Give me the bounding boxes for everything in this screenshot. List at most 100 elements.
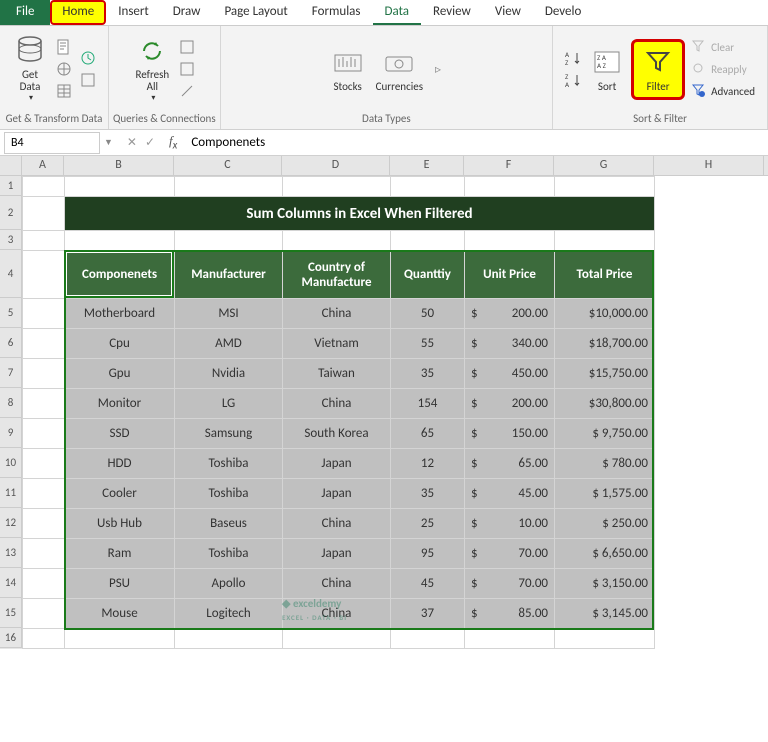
table-row[interactable]: RamToshibaJapan95 $70.00 $ 6,650.00: [23, 539, 765, 569]
sort-descending-button[interactable]: ZA: [563, 70, 583, 90]
table-row[interactable]: PSUApolloChina45 $70.00 $ 3,150.00: [23, 569, 765, 599]
header-country[interactable]: Country of Manufacture: [283, 251, 391, 299]
row-header-14[interactable]: 14: [0, 568, 22, 598]
connection-icon: [80, 72, 96, 88]
refresh-all-button[interactable]: Refresh All▾: [131, 33, 173, 105]
sort-za-icon: ZA: [565, 72, 581, 88]
name-box-dropdown-icon[interactable]: ▼: [104, 137, 119, 148]
from-web-button[interactable]: [54, 59, 74, 79]
col-header-f[interactable]: F: [464, 156, 554, 175]
col-header-d[interactable]: D: [282, 156, 390, 175]
row-header-3[interactable]: 3: [0, 230, 22, 250]
formula-input[interactable]: [183, 132, 768, 153]
database-icon: [14, 35, 46, 67]
tab-formulas[interactable]: Formulas: [300, 0, 373, 25]
select-all-corner[interactable]: [0, 156, 22, 175]
existing-connections-button[interactable]: [78, 70, 98, 90]
queries-small-buttons: [177, 37, 197, 101]
row-header-11[interactable]: 11: [0, 478, 22, 508]
row-header-8[interactable]: 8: [0, 388, 22, 418]
tab-review[interactable]: Review: [421, 0, 483, 25]
sort-button[interactable]: Z AA Z Sort: [587, 44, 627, 95]
col-header-e[interactable]: E: [390, 156, 464, 175]
cells-area[interactable]: Sum Columns in Excel When Filtered Compo…: [22, 176, 768, 649]
tab-file[interactable]: File: [0, 0, 50, 25]
tab-view[interactable]: View: [483, 0, 533, 25]
svg-text:A Z: A Z: [597, 61, 607, 70]
col-header-a[interactable]: A: [22, 156, 64, 175]
row-header-15[interactable]: 15: [0, 598, 22, 628]
header-components[interactable]: Componenets: [65, 251, 175, 299]
row-header-13[interactable]: 13: [0, 538, 22, 568]
tab-data[interactable]: Data: [373, 0, 422, 25]
get-data-button[interactable]: Get Data▾: [10, 33, 50, 105]
tab-page-layout[interactable]: Page Layout: [212, 0, 299, 25]
properties-button[interactable]: [177, 59, 197, 79]
chevron-down-icon: ▾: [151, 93, 155, 103]
col-header-b[interactable]: B: [64, 156, 174, 175]
advanced-filter-button[interactable]: Advanced: [689, 81, 757, 101]
properties-icon: [179, 61, 195, 77]
edit-links-icon: [179, 83, 195, 99]
sort-ascending-button[interactable]: AZ: [563, 48, 583, 68]
row-header-2[interactable]: 2: [0, 196, 22, 230]
table-row[interactable]: MouseLogitechChina37 $85.00 $ 3,145.00: [23, 599, 765, 629]
fx-icon[interactable]: fx: [163, 133, 183, 152]
filter-options: Clear Reapply Advanced: [689, 37, 757, 101]
tab-insert[interactable]: Insert: [106, 0, 161, 25]
recent-sources-button[interactable]: [78, 48, 98, 68]
tab-developer[interactable]: Develo: [533, 0, 593, 25]
group-get-transform: Get Data▾ Get & Transform Data: [0, 26, 109, 129]
row-header-10[interactable]: 10: [0, 448, 22, 478]
clear-filter-button[interactable]: Clear: [689, 37, 757, 57]
header-total-price[interactable]: Total Price: [555, 251, 655, 299]
col-header-h[interactable]: H: [654, 156, 764, 175]
row-header-5[interactable]: 5: [0, 298, 22, 328]
from-text-button[interactable]: [54, 37, 74, 57]
row-header-4[interactable]: 4: [0, 250, 22, 298]
cancel-formula-icon[interactable]: ✕: [127, 135, 137, 150]
col-header-c[interactable]: C: [174, 156, 282, 175]
get-data-small-buttons: [54, 37, 74, 101]
table-row[interactable]: CpuAMDVietnam55 $340.00 $18,700.00: [23, 329, 765, 359]
table-row[interactable]: Usb HubBaseusChina25 $10.00 $ 250.00: [23, 509, 765, 539]
name-box[interactable]: [4, 132, 100, 154]
row-header-7[interactable]: 7: [0, 358, 22, 388]
queries-connections-button[interactable]: [177, 37, 197, 57]
group-queries: Refresh All▾ Queries & Connections: [109, 26, 221, 129]
table-row[interactable]: SSDSamsungSouth Korea65 $150.00 $ 9,750.…: [23, 419, 765, 449]
col-header-g[interactable]: G: [554, 156, 654, 175]
row-header-16[interactable]: 16: [0, 628, 22, 648]
table-row[interactable]: MonitorLGChina154 $200.00 $30,800.00: [23, 389, 765, 419]
row-header-9[interactable]: 9: [0, 418, 22, 448]
svg-text:A: A: [565, 80, 570, 88]
header-manufacturer[interactable]: Manufacturer: [175, 251, 283, 299]
table-row[interactable]: CoolerToshibaJapan35 $45.00 $ 1,575.00: [23, 479, 765, 509]
from-table-button[interactable]: [54, 81, 74, 101]
sort-az-za: AZ ZA: [563, 48, 583, 90]
title-cell[interactable]: Sum Columns in Excel When Filtered: [65, 197, 655, 231]
funnel-icon: [642, 46, 674, 78]
file-text-icon: [56, 39, 72, 55]
row-header-6[interactable]: 6: [0, 328, 22, 358]
table-row[interactable]: GpuNvidiaTaiwan35 $450.00 $15,750.00: [23, 359, 765, 389]
header-quantity[interactable]: Quanttiy: [391, 251, 465, 299]
edit-links-button[interactable]: [177, 81, 197, 101]
filter-button[interactable]: Filter: [631, 39, 685, 100]
scroll-right-icon[interactable]: ▹: [431, 62, 445, 77]
row-header-12[interactable]: 12: [0, 508, 22, 538]
sort-dialog-icon: Z AA Z: [591, 46, 623, 78]
stocks-button[interactable]: Stocks: [328, 44, 368, 95]
reapply-filter-button[interactable]: Reapply: [689, 59, 757, 79]
row-header-1[interactable]: 1: [0, 176, 22, 196]
table-row[interactable]: MotherboardMSIChina50 $200.00 $10,000.00: [23, 299, 765, 329]
currencies-button[interactable]: Currencies: [372, 44, 427, 95]
tab-draw[interactable]: Draw: [161, 0, 213, 25]
recent-icon: [80, 50, 96, 66]
table-icon: [56, 83, 72, 99]
table-row[interactable]: HDDToshibaJapan12 $65.00 $ 780.00: [23, 449, 765, 479]
globe-icon: [56, 61, 72, 77]
enter-formula-icon[interactable]: ✓: [145, 135, 155, 150]
header-unit-price[interactable]: Unit Price: [465, 251, 555, 299]
tab-home[interactable]: Home: [50, 0, 106, 25]
